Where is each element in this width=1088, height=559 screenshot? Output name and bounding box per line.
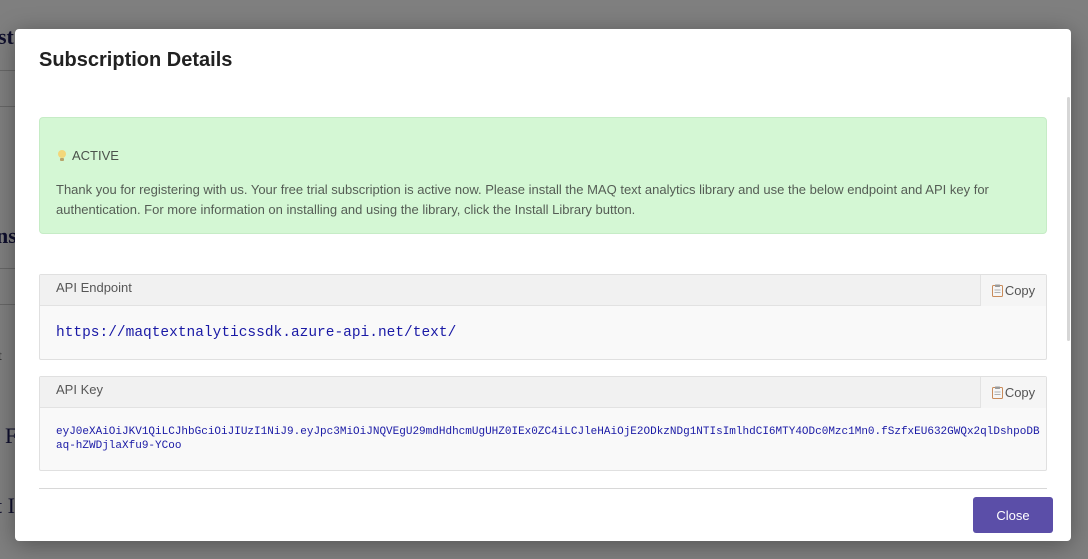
close-button[interactable]: Close (973, 497, 1053, 533)
api-endpoint-value: https://maqtextnalyticssdk.azure-api.net… (56, 325, 457, 341)
lightbulb-icon (56, 149, 68, 163)
api-key-panel: API Key Copy eyJ0eXAiOiJKV1QiLCJhbGciOiJ… (39, 376, 1047, 471)
subscription-details-modal: Subscription Details ACTIVE Thank you fo… (15, 29, 1071, 541)
api-endpoint-panel: API Endpoint Copy https://maqtextnalytic… (39, 274, 1047, 360)
api-endpoint-label: API Endpoint (56, 280, 132, 295)
divider (39, 488, 1047, 489)
status-text: ACTIVE (72, 148, 119, 163)
copy-api-key-button[interactable]: Copy (980, 377, 1046, 408)
status-badge: ACTIVE (56, 148, 119, 163)
copy-label: Copy (1004, 385, 1036, 400)
copy-endpoint-button[interactable]: Copy (980, 275, 1046, 306)
clipboard-icon (991, 386, 1003, 399)
api-key-value: eyJ0eXAiOiJKV1QiLCJhbGciOiJIUzI1NiJ9.eyJ… (56, 426, 1040, 452)
subscription-status-alert: ACTIVE Thank you for registering with us… (39, 117, 1047, 234)
clipboard-icon (991, 284, 1003, 297)
copy-label: Copy (1004, 283, 1036, 298)
api-key-label: API Key (56, 382, 103, 397)
status-message: Thank you for registering with us. Your … (56, 182, 989, 217)
modal-body: ACTIVE Thank you for registering with us… (15, 99, 1071, 489)
modal-title: Subscription Details (39, 49, 233, 71)
panel-header: API Endpoint Copy (40, 275, 1046, 306)
panel-header: API Key Copy (40, 377, 1046, 408)
